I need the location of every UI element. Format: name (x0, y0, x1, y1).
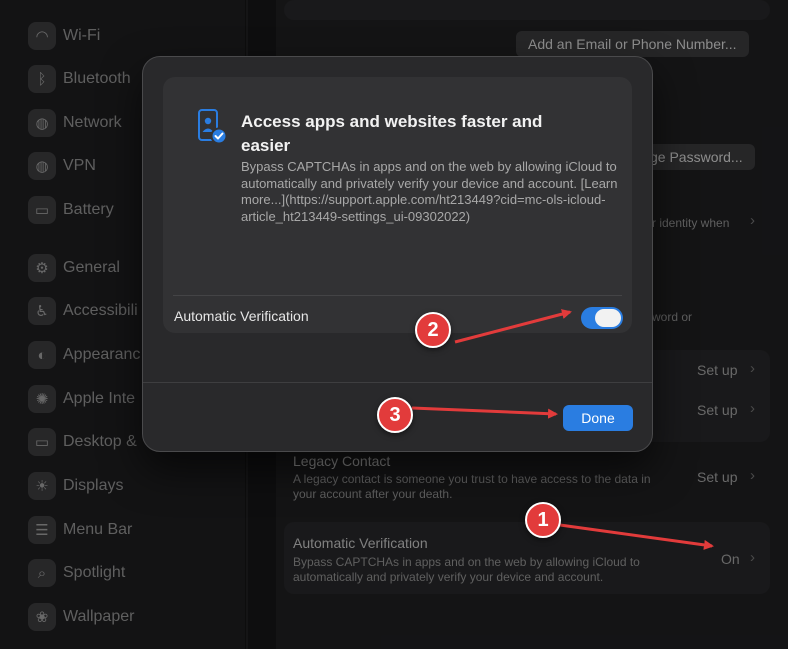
footer-separator (143, 382, 652, 383)
toggle-label: Automatic Verification (174, 308, 309, 324)
annotation-badge-2: 2 (415, 312, 451, 348)
annotation-badge-3: 3 (377, 397, 413, 433)
sheet-description: Bypass CAPTCHAs in apps and on the web b… (241, 159, 618, 224)
verified-id-icon (198, 109, 228, 145)
sheet-content-card: Access apps and websites faster and easi… (163, 77, 632, 333)
annotation-badge-1: 1 (525, 502, 561, 538)
card-separator (173, 295, 622, 296)
done-button[interactable]: Done (563, 405, 633, 431)
verification-sheet: Access apps and websites faster and easi… (142, 56, 653, 452)
toggle-knob[interactable] (595, 309, 621, 327)
sheet-title: Access apps and websites faster and easi… (241, 112, 543, 155)
auto-verification-toggle[interactable] (581, 307, 623, 329)
